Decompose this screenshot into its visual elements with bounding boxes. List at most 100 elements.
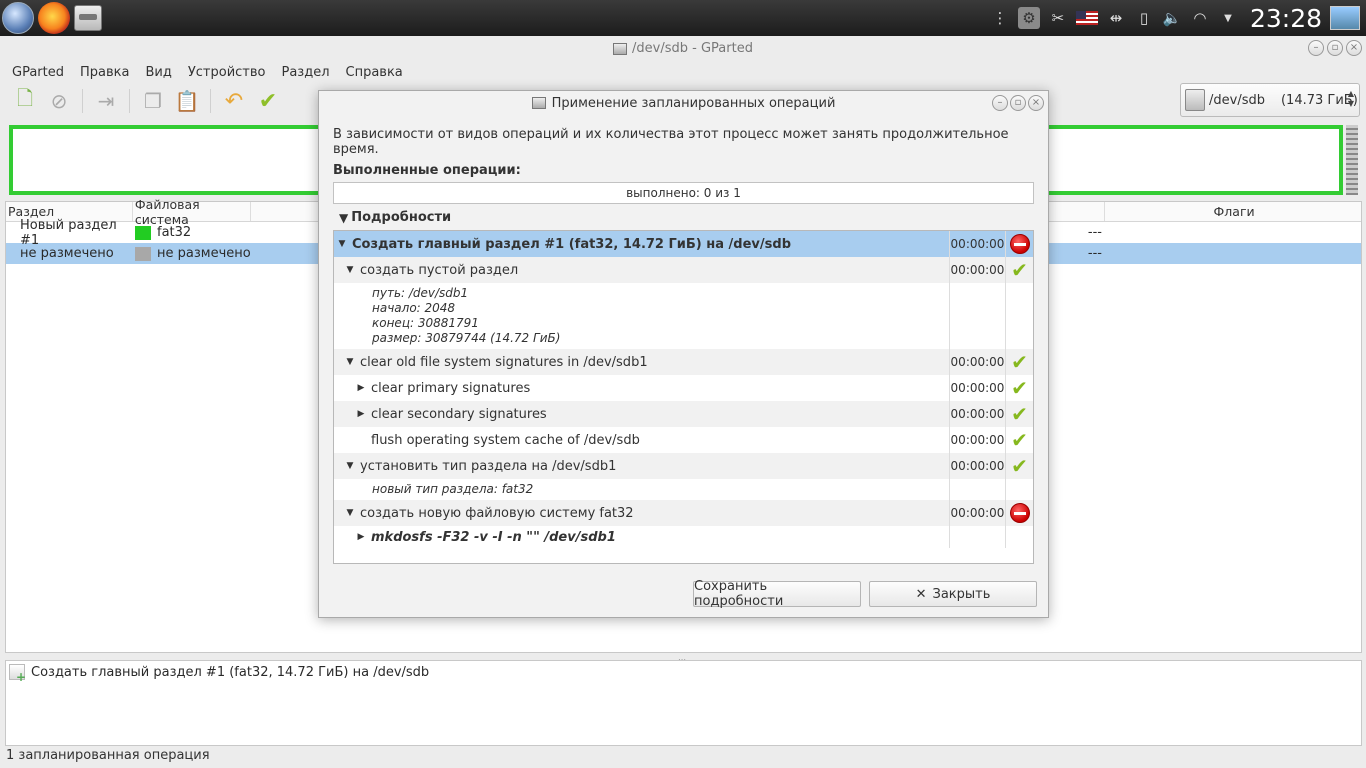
check-icon: ✔: [1011, 428, 1028, 452]
menu-gparted[interactable]: GParted: [4, 65, 72, 80]
window-titlebar[interactable]: /dev/sdb - GParted – ▫ ×: [0, 36, 1366, 61]
operations-progress-bar: выполнено: 0 из 1: [333, 182, 1034, 204]
menu-partition[interactable]: Раздел: [273, 65, 337, 80]
resize-move-icon[interactable]: ⇥: [91, 87, 121, 115]
wifi-icon[interactable]: ◠: [1190, 9, 1210, 27]
tree-row[interactable]: ▼ создать пустой раздел 00:00:00 ✔: [334, 257, 1033, 283]
tree-row-text: установить тип раздела на /dev/sdb1: [360, 458, 617, 474]
gparted-icon: [613, 42, 628, 55]
menubar: GParted Правка Вид Устройство Раздел Спр…: [0, 61, 1366, 83]
keyboard-layout-icon[interactable]: [1075, 11, 1098, 25]
delete-partition-icon[interactable]: ⊘: [44, 87, 74, 115]
new-partition-icon[interactable]: 🗋: [10, 86, 40, 115]
window-controls: – ▫ ×: [1308, 40, 1362, 56]
check-icon: ✔: [1011, 376, 1028, 400]
maximize-button[interactable]: ▫: [1327, 40, 1343, 56]
panel-launchers: [0, 2, 102, 34]
tree-row-status: ✔: [1005, 349, 1033, 375]
scissors-icon[interactable]: ✂: [1048, 9, 1068, 27]
collapse-arrow-icon[interactable]: ▼: [344, 461, 356, 471]
tree-row[interactable]: ▶ clear secondary signatures 00:00:00 ✔: [334, 401, 1033, 427]
details-label: Подробности: [351, 210, 452, 225]
save-details-label: Сохранить подробности: [694, 579, 784, 609]
collapse-arrow-icon[interactable]: ▼: [344, 508, 356, 518]
minimize-button[interactable]: –: [992, 95, 1008, 111]
pane-splitter[interactable]: ⋯: [678, 655, 688, 664]
apply-icon[interactable]: ✔: [253, 87, 283, 115]
gparted-launcher-icon[interactable]: [74, 5, 102, 31]
system-tray: ⋮ ⚙ ✂ ⇹ ▯ 🔈 ◠ ▼ 23:28: [990, 0, 1366, 36]
collapse-arrow-icon[interactable]: ▼: [336, 239, 348, 249]
top-panel: ⋮ ⚙ ✂ ⇹ ▯ 🔈 ◠ ▼ 23:28: [0, 0, 1366, 36]
collapse-arrow-icon[interactable]: ▼: [344, 265, 356, 275]
tree-row-time: 00:00:00: [949, 375, 1005, 401]
tree-row-time: 00:00:00: [949, 401, 1005, 427]
battery-icon[interactable]: ▯: [1134, 9, 1154, 27]
window-title: /dev/sdb - GParted: [632, 41, 753, 56]
menu-help[interactable]: Справка: [338, 65, 411, 80]
dropdown-icon[interactable]: ▼: [1218, 13, 1238, 24]
tree-row-status: ✔: [1005, 375, 1033, 401]
expand-arrow-icon[interactable]: ▶: [355, 532, 367, 542]
column-flags[interactable]: Флаги: [1105, 202, 1361, 221]
apply-operations-dialog: Применение запланированных операций – ▫ …: [318, 90, 1049, 618]
menu-device[interactable]: Устройство: [180, 65, 274, 80]
minimize-button[interactable]: –: [1308, 40, 1324, 56]
expand-arrow-icon[interactable]: ▶: [355, 409, 367, 419]
paste-icon[interactable]: 📋: [172, 87, 202, 115]
tree-row[interactable]: ▶ clear primary signatures 00:00:00 ✔: [334, 375, 1033, 401]
copy-icon[interactable]: ❐: [138, 87, 168, 115]
tree-row-status: [1005, 526, 1033, 548]
maximize-button[interactable]: ▫: [1010, 95, 1026, 111]
volume-icon[interactable]: 🔈: [1162, 9, 1182, 27]
info-path: путь: /dev/sdb1: [372, 286, 469, 300]
list-item[interactable]: Создать главный раздел #1 (fat32, 14.72 …: [6, 661, 1361, 684]
tree-row-time: 00:00:00: [949, 231, 1005, 257]
collapse-arrow-icon[interactable]: ▼: [344, 357, 356, 367]
spin-arrows-icon: ▲ ▼: [1347, 89, 1354, 108]
clock[interactable]: 23:28: [1250, 4, 1322, 33]
tree-row[interactable]: flush operating system cache of /dev/sdb…: [334, 427, 1033, 453]
device-selector[interactable]: /dev/sdb (14.73 ГиБ) ▲ ▼: [1180, 83, 1360, 117]
details-expander[interactable]: ▼ Подробности: [339, 210, 451, 225]
graph-scroll-handle[interactable]: [1346, 125, 1358, 195]
app-menu-icon[interactable]: [2, 2, 34, 34]
firefox-icon[interactable]: [38, 2, 70, 34]
desktop-preview-icon[interactable]: [1330, 6, 1360, 30]
operation-details-tree: ▼ Создать главный раздел #1 (fat32, 14.7…: [333, 230, 1034, 564]
status-bar: 1 запланированная операция: [6, 748, 210, 763]
filesystem-name: не размечено: [157, 246, 251, 261]
tree-row[interactable]: ▶ mkdosfs -F32 -v -I -n "" /dev/sdb1: [334, 526, 1033, 548]
check-icon: ✔: [1011, 350, 1028, 374]
progress-text: выполнено: 0 из 1: [626, 186, 741, 200]
close-window-button[interactable]: ×: [1346, 40, 1362, 56]
filesystem-color-swatch: [135, 225, 151, 240]
save-details-button[interactable]: Сохранить подробности: [693, 579, 861, 609]
toolbar-separator: [82, 89, 83, 113]
tree-row[interactable]: ▼ установить тип раздела на /dev/sdb1 00…: [334, 453, 1033, 479]
toolbar-separator: [129, 89, 130, 113]
close-label: Закрыть: [932, 586, 991, 602]
close-button[interactable]: ✕ Закрыть: [869, 581, 1037, 607]
menu-view[interactable]: Вид: [137, 65, 179, 80]
filesystem-cell: fat32: [133, 222, 251, 243]
usb-icon[interactable]: ⇹: [1106, 9, 1126, 27]
completed-operations-label: Выполненные операции:: [333, 163, 521, 178]
tree-row[interactable]: ▼ clear old file system signatures in /d…: [334, 349, 1033, 375]
close-dialog-button[interactable]: ×: [1028, 95, 1044, 111]
tree-row-status: [1005, 479, 1033, 500]
tree-row-time: 00:00:00: [949, 427, 1005, 453]
tree-row-status: [1005, 283, 1033, 349]
device-name: /dev/sdb: [1209, 92, 1265, 108]
column-filesystem[interactable]: Файловая система: [133, 197, 251, 227]
expand-arrow-icon[interactable]: ▶: [355, 383, 367, 393]
tree-row[interactable]: ▼ Создать главный раздел #1 (fat32, 14.7…: [334, 231, 1033, 257]
dialog-titlebar[interactable]: Применение запланированных операций – ▫ …: [319, 91, 1048, 115]
tree-row[interactable]: ▼ создать новую файловую систему fat32 0…: [334, 500, 1033, 526]
tree-info-row: новый тип раздела: fat32: [334, 479, 1033, 500]
tree-row-text: создать новую файловую систему fat32: [360, 505, 634, 521]
menu-edit[interactable]: Правка: [72, 65, 137, 80]
panel-handle-icon: ⋮: [992, 9, 1008, 27]
undo-icon[interactable]: ↶: [219, 87, 249, 115]
settings-icon[interactable]: ⚙: [1017, 7, 1040, 29]
